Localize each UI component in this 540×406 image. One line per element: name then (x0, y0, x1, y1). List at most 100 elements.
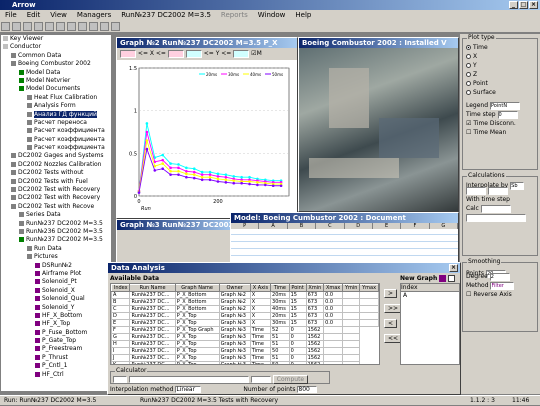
menu-item-2[interactable]: View (50, 11, 67, 19)
tree-item[interactable]: Series Data (1, 211, 111, 219)
table-row[interactable]: I Run№237 DC... P_X_Top Graph №3 Time 50 0 1562 (111, 347, 379, 355)
tree-item[interactable]: Расчет коэффициента (1, 127, 111, 135)
table-header[interactable]: Ymin (342, 284, 361, 292)
tree-item[interactable]: P_Fuse_Bottom (1, 329, 111, 337)
tree-item[interactable]: Run№237 DC2002 M=3.5 (1, 236, 111, 244)
table-header[interactable]: Point (288, 284, 307, 292)
calc-expression-field[interactable] (128, 376, 249, 383)
move-left-button[interactable]: < (384, 319, 398, 328)
open-icon[interactable] (12, 22, 21, 31)
tree-item[interactable]: DC2002 Nozzles Calibration (1, 161, 111, 169)
table-row[interactable]: K Run№237 DC... P_X_Top Graph №3 Time 50 0 1562 (111, 361, 379, 364)
tree-item[interactable]: DC2002 Tests with Fuel (1, 178, 111, 186)
menu-item-4[interactable]: Run№237 DC2002 M=3.5 (121, 11, 211, 19)
table-header[interactable]: Graph Name (174, 284, 220, 292)
y-max-field[interactable] (233, 49, 250, 58)
plottype-option-time[interactable]: Time (466, 43, 534, 52)
table-row[interactable]: F Run№237 DC... P_X_Top Graph Graph №3 Time 5… (111, 326, 379, 334)
tree-item[interactable]: Solenoid_Qual (1, 295, 111, 303)
close-button[interactable]: × (529, 1, 538, 9)
graph-window-1[interactable]: Graph №2 Run№237 DC2002 M=3.5 P_X <= X <… (116, 37, 298, 219)
method-select[interactable]: Filter (490, 281, 515, 290)
interp-select[interactable]: Sb (510, 181, 525, 190)
tree-item[interactable]: Pictures (1, 253, 111, 261)
photo-window[interactable]: Boeing Combustor 2002 : Installed V (298, 37, 459, 212)
table-header[interactable]: Index (111, 284, 131, 292)
table-row[interactable]: C Run№237 DC... P_X_Bottom Graph №2 X 40ms 15 6… (111, 305, 379, 313)
table-row[interactable]: D Run№237 DC... P_X_Top Graph №3 X 20ms 15 673 0… (111, 312, 379, 320)
new-graph-entry[interactable]: A (401, 292, 459, 299)
menu-item-0[interactable]: File (5, 11, 17, 19)
dialog-close-button[interactable]: × (449, 264, 458, 272)
tree-item[interactable]: Расчет переноса (1, 119, 111, 127)
plottype-option-x[interactable]: X (466, 52, 534, 61)
tree-item[interactable]: Run Data (1, 245, 111, 253)
save-icon[interactable] (23, 22, 32, 31)
tree-item[interactable]: Common Data (1, 52, 111, 60)
plottype-option-point[interactable]: Point (466, 79, 534, 88)
data-analysis-dialog[interactable]: Data Analysis × Available Data Index Run … (107, 262, 461, 395)
tree-item[interactable]: Boeing Combustor 2002 (1, 60, 111, 68)
maximize-button[interactable]: □ (519, 1, 528, 9)
table-header[interactable]: Run Name (129, 284, 176, 292)
tree-item[interactable]: P_Cntl_1 (1, 362, 111, 370)
tree-item[interactable]: Analysis Form (1, 102, 111, 110)
menu-item-3[interactable]: Managers (77, 11, 111, 19)
interp-method-select[interactable]: Linear (175, 386, 202, 393)
table-row[interactable]: G Run№237 DC... P_X_Top Graph №3 Time 51 0 1562 (111, 333, 379, 341)
calc-field-2[interactable] (466, 213, 526, 222)
tree-item[interactable]: Run№237 DC2002 M=3.5 (1, 220, 111, 228)
calc-result-field[interactable] (250, 376, 271, 383)
tree-item[interactable]: Airframe Plot (1, 270, 111, 278)
x-min-field[interactable] (120, 49, 136, 58)
num-points-field[interactable]: 800 (297, 386, 318, 393)
picture-icon[interactable] (100, 22, 109, 31)
menu-item-5[interactable]: Reports (221, 11, 248, 19)
move-right-button[interactable]: > (384, 289, 398, 298)
table-row[interactable]: E Run№237 DC... P_X_Top Graph №3 X 30ms 15 673 0… (111, 319, 379, 327)
table-header[interactable]: Xmax (323, 284, 344, 292)
degree-field[interactable]: 2 (489, 272, 510, 281)
tree-item[interactable]: DC2002 Test with Recovery (1, 186, 111, 194)
tree-item[interactable]: Model Data (1, 69, 111, 77)
tree-item[interactable]: Анализ ГД функций (1, 110, 111, 119)
tree-item[interactable]: Model Netvrier (1, 77, 111, 85)
time-disc-checkbox[interactable]: ☑ (466, 120, 471, 127)
menu-item-1[interactable]: Edit (27, 11, 41, 19)
paste-icon[interactable] (67, 22, 76, 31)
menu-item-6[interactable]: Window (258, 11, 286, 19)
legend-select[interactable]: PointN (489, 101, 520, 110)
x-max-field[interactable] (167, 49, 184, 58)
tree-item[interactable]: DSRun№2 (1, 262, 111, 270)
compute-button[interactable]: Compute (272, 375, 309, 384)
tree-item[interactable]: Model Documents (1, 85, 111, 93)
tree-item[interactable]: P_Gate_Top (1, 337, 111, 345)
calc-arg-select[interactable] (487, 186, 508, 195)
plottype-option-y[interactable]: Y (466, 61, 534, 70)
table-header[interactable]: Ymax (359, 284, 379, 292)
tree-item[interactable]: HF_X_Bottom (1, 312, 111, 320)
tree-item[interactable]: Расчет коэффициента (1, 136, 111, 144)
tree-item[interactable]: HF_Ctrl (1, 371, 111, 379)
tree-item[interactable]: HF_X_Top (1, 320, 111, 328)
tree-item[interactable]: Solenoid_X (1, 287, 111, 295)
table-header[interactable]: X Axis (249, 284, 272, 292)
new-graph-icon[interactable] (439, 275, 447, 282)
table-icon[interactable] (89, 22, 98, 31)
time-mean-checkbox[interactable]: ☐ (466, 129, 471, 136)
tree-item[interactable]: P_Thrust (1, 354, 111, 362)
tree-item[interactable]: DC2002 Tests without (1, 169, 111, 177)
minimize-button[interactable]: _ (509, 1, 518, 9)
table-header[interactable]: Owner (218, 284, 251, 292)
table-header[interactable]: Time (270, 284, 290, 292)
calc-op-select[interactable] (466, 186, 486, 195)
calc-index-select[interactable] (113, 376, 127, 383)
y-min-field[interactable] (185, 49, 202, 58)
tree-item[interactable]: Solenoid_Pt (1, 278, 111, 286)
tree-item[interactable]: P_Freestream (1, 345, 111, 353)
cut-icon[interactable] (45, 22, 54, 31)
table-row[interactable]: H Run№237 DC... P_X_Top Graph №3 Time 51 0 1562 (111, 340, 379, 348)
table-row[interactable]: J Run№237 DC... P_X_Top Graph №3 Time 51 0 1562 (111, 354, 379, 362)
plottype-option-surface[interactable]: Surface (466, 88, 534, 97)
reverse-checkbox[interactable]: ☐ (466, 291, 471, 298)
